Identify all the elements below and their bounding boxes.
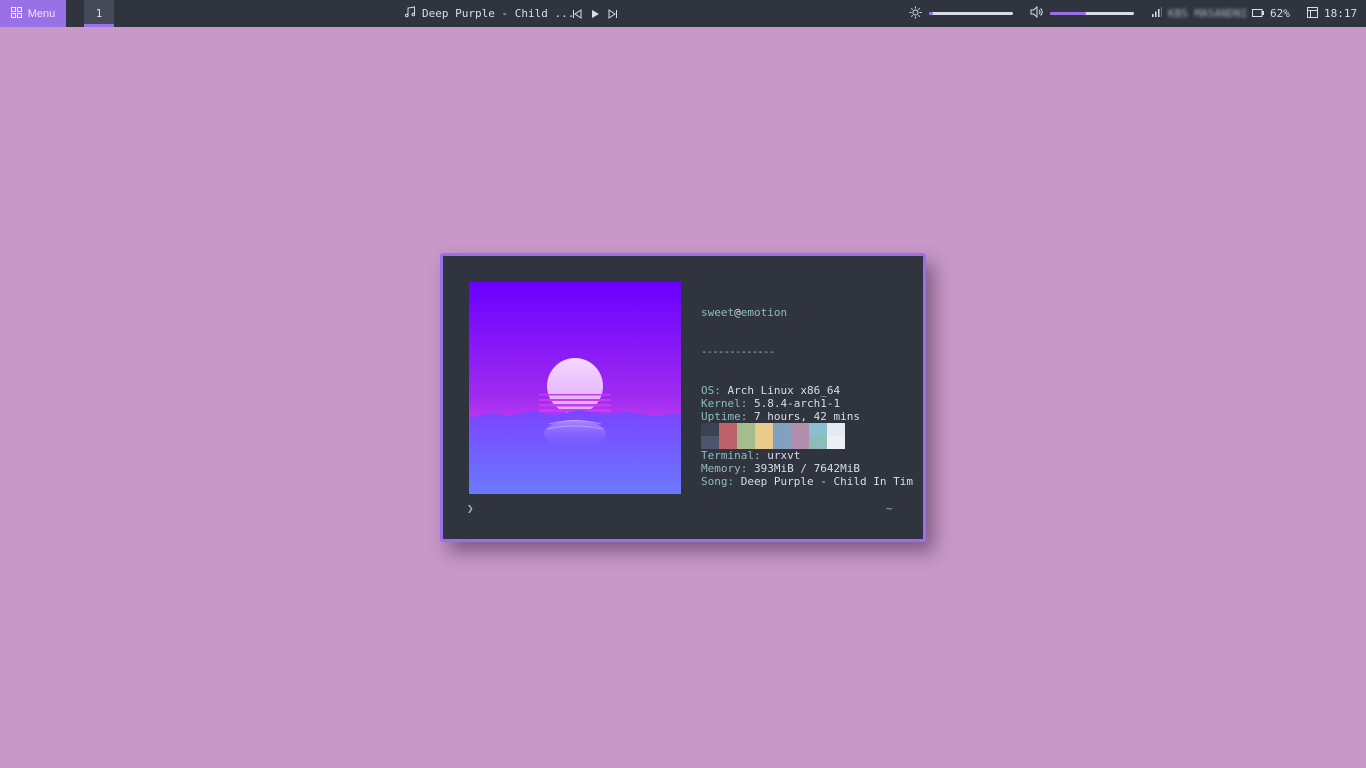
calendar-icon	[1307, 6, 1318, 21]
now-playing[interactable]: Deep Purple - Child ...	[404, 0, 574, 27]
workspace-1-button[interactable]: 1	[84, 0, 114, 27]
brightness-slider[interactable]	[929, 12, 1013, 15]
user-host-line: sweet@emotion	[701, 306, 913, 319]
now-playing-title: Deep Purple - Child ...	[422, 7, 575, 20]
info-value: urxvt	[767, 449, 801, 462]
volume-slider[interactable]	[1050, 12, 1134, 15]
info-value: 5.8.4-arch1-1	[754, 397, 841, 410]
wifi-signal-icon	[1152, 7, 1162, 20]
at-sign: @	[734, 306, 741, 319]
battery-status: 62%	[1252, 0, 1290, 27]
media-controls	[571, 0, 619, 27]
info-value: Deep Purple - Child In Tim	[740, 475, 913, 488]
color-swatch	[773, 423, 791, 436]
color-swatch	[737, 423, 755, 436]
color-swatch	[773, 436, 791, 449]
info-value: 393MiB / 7642MiB	[754, 462, 860, 475]
grid-icon	[10, 6, 22, 21]
prompt-symbol[interactable]: ❯	[467, 502, 474, 515]
next-track-icon[interactable]	[607, 8, 619, 20]
terminal-window[interactable]: sweet@emotion ------------- OS: Arch Lin…	[440, 253, 926, 542]
color-swatch	[809, 436, 827, 449]
previous-track-icon[interactable]	[571, 8, 583, 20]
info-line-os: OS: Arch Linux x86_64	[701, 384, 841, 397]
color-swatch	[719, 423, 737, 436]
info-key: Song	[701, 475, 728, 488]
clock[interactable]: 18:17	[1307, 0, 1357, 27]
brightness-slider-fill	[929, 12, 934, 15]
volume-icon	[1030, 5, 1043, 21]
color-swatch	[827, 436, 845, 449]
info-value: 7 hours, 42 mins	[754, 410, 860, 423]
separator-line: -------------	[701, 345, 775, 358]
info-key: Uptime	[701, 410, 741, 423]
color-palette	[701, 423, 845, 449]
info-value: Arch Linux x86_64	[727, 384, 841, 397]
info-line-kernel: Kernel: 5.8.4-arch1-1	[701, 397, 841, 410]
volume-slider-fill	[1050, 12, 1087, 15]
info-line-song: Song: Deep Purple - Child In Tim	[701, 475, 913, 488]
info-key: Kernel	[701, 397, 741, 410]
info-key: OS	[701, 384, 715, 397]
neofetch-info: sweet@emotion ------------- OS: Arch Lin…	[701, 280, 913, 514]
battery-icon	[1252, 7, 1264, 20]
username: sweet	[701, 306, 735, 319]
hostname: emotion	[740, 306, 788, 319]
play-icon[interactable]	[589, 8, 601, 20]
color-swatch	[719, 436, 737, 449]
brightness-control[interactable]	[909, 0, 1013, 27]
info-line-uptime: Uptime: 7 hours, 42 mins	[701, 410, 860, 423]
sun-icon	[909, 6, 922, 22]
color-swatch	[737, 436, 755, 449]
info-key: Memory	[701, 462, 741, 475]
battery-percent: 62%	[1270, 7, 1290, 20]
color-swatch	[701, 423, 719, 436]
info-key: Terminal	[701, 449, 754, 462]
music-note-icon	[404, 6, 416, 21]
current-directory: ~	[886, 502, 893, 515]
color-swatch	[755, 436, 773, 449]
menu-label: Menu	[27, 7, 56, 20]
volume-control[interactable]	[1030, 0, 1134, 27]
color-swatch	[827, 423, 845, 436]
color-swatch	[791, 423, 809, 436]
network-name: KBS MASANDNI	[1168, 7, 1248, 20]
info-line-memory: Memory: 393MiB / 7642MiB	[701, 462, 860, 475]
top-bar: Menu 1 Deep Purple - Child ... KBS MASAN…	[0, 0, 1366, 27]
color-swatch	[701, 436, 719, 449]
menu-button[interactable]: Menu	[0, 0, 66, 27]
color-swatch	[755, 423, 773, 436]
info-line-terminal: Terminal: urxvt	[701, 449, 801, 462]
color-swatch	[809, 423, 827, 436]
color-swatch	[791, 436, 809, 449]
synthwave-sunset-image	[469, 282, 681, 494]
clock-time: 18:17	[1324, 7, 1358, 20]
network-status[interactable]: KBS MASANDNI	[1152, 0, 1247, 27]
